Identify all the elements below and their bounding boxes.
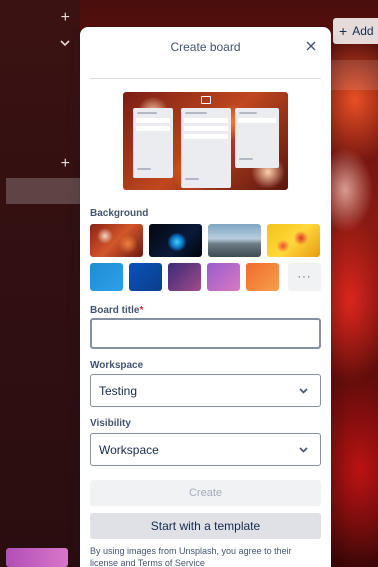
- background-photo-blue-swirl[interactable]: [149, 224, 202, 257]
- add-list-button[interactable]: + Add: [333, 18, 378, 44]
- chevron-down-icon[interactable]: [60, 38, 70, 48]
- chevron-down-icon: [299, 388, 308, 394]
- start-with-template-button[interactable]: Start with a template: [90, 513, 321, 539]
- background-color-dark-blue[interactable]: [129, 263, 162, 291]
- close-icon: [306, 41, 316, 51]
- visibility-label: Visibility: [90, 418, 131, 429]
- create-button[interactable]: Create: [90, 480, 321, 506]
- background-color-blue[interactable]: [90, 263, 123, 291]
- popover-title: Create board: [170, 40, 241, 54]
- board-preview: [123, 92, 288, 190]
- more-backgrounds-button[interactable]: ···: [288, 263, 321, 291]
- board-title-input[interactable]: [90, 318, 321, 349]
- preview-list: [181, 108, 231, 188]
- divider: [90, 78, 321, 79]
- background-label: Background: [90, 208, 149, 219]
- background-color-purple[interactable]: [168, 263, 201, 291]
- close-button[interactable]: [303, 38, 319, 54]
- required-mark: *: [139, 305, 144, 316]
- plus-icon[interactable]: +: [61, 10, 70, 26]
- preview-list: [235, 108, 279, 168]
- more-icon: ···: [297, 271, 312, 283]
- preview-list: [133, 108, 173, 178]
- visibility-select[interactable]: Workspace: [90, 433, 321, 466]
- add-list-label: Add: [352, 24, 374, 38]
- popover-header: Create board: [80, 27, 331, 67]
- workspace-label: Workspace: [90, 360, 144, 371]
- sidebar-active-board[interactable]: [6, 178, 80, 204]
- background-color-orange[interactable]: [246, 263, 279, 291]
- plus-icon: +: [339, 23, 348, 39]
- workspace-value: Testing: [99, 383, 138, 398]
- background-list-card: [326, 60, 378, 90]
- background-photo-tulips[interactable]: [267, 224, 320, 257]
- unsplash-footnote: By using images from Unsplash, you agree…: [90, 546, 292, 567]
- board-title-label: Board title*: [90, 305, 144, 316]
- sidebar-board-thumbnail[interactable]: [6, 548, 68, 567]
- background-color-pink[interactable]: [207, 263, 240, 291]
- background-photo-orange-flowers[interactable]: [90, 224, 143, 257]
- add-board-plus-icon[interactable]: +: [61, 156, 70, 172]
- create-board-popover: Create board Background ··· Board title*…: [80, 27, 331, 567]
- workspace-select[interactable]: Testing: [90, 374, 321, 407]
- background-photo-mountain[interactable]: [208, 224, 261, 257]
- board-icon: [201, 96, 211, 104]
- visibility-value: Workspace: [99, 442, 159, 457]
- chevron-down-icon: [299, 447, 308, 453]
- sidebar: + +: [0, 0, 80, 567]
